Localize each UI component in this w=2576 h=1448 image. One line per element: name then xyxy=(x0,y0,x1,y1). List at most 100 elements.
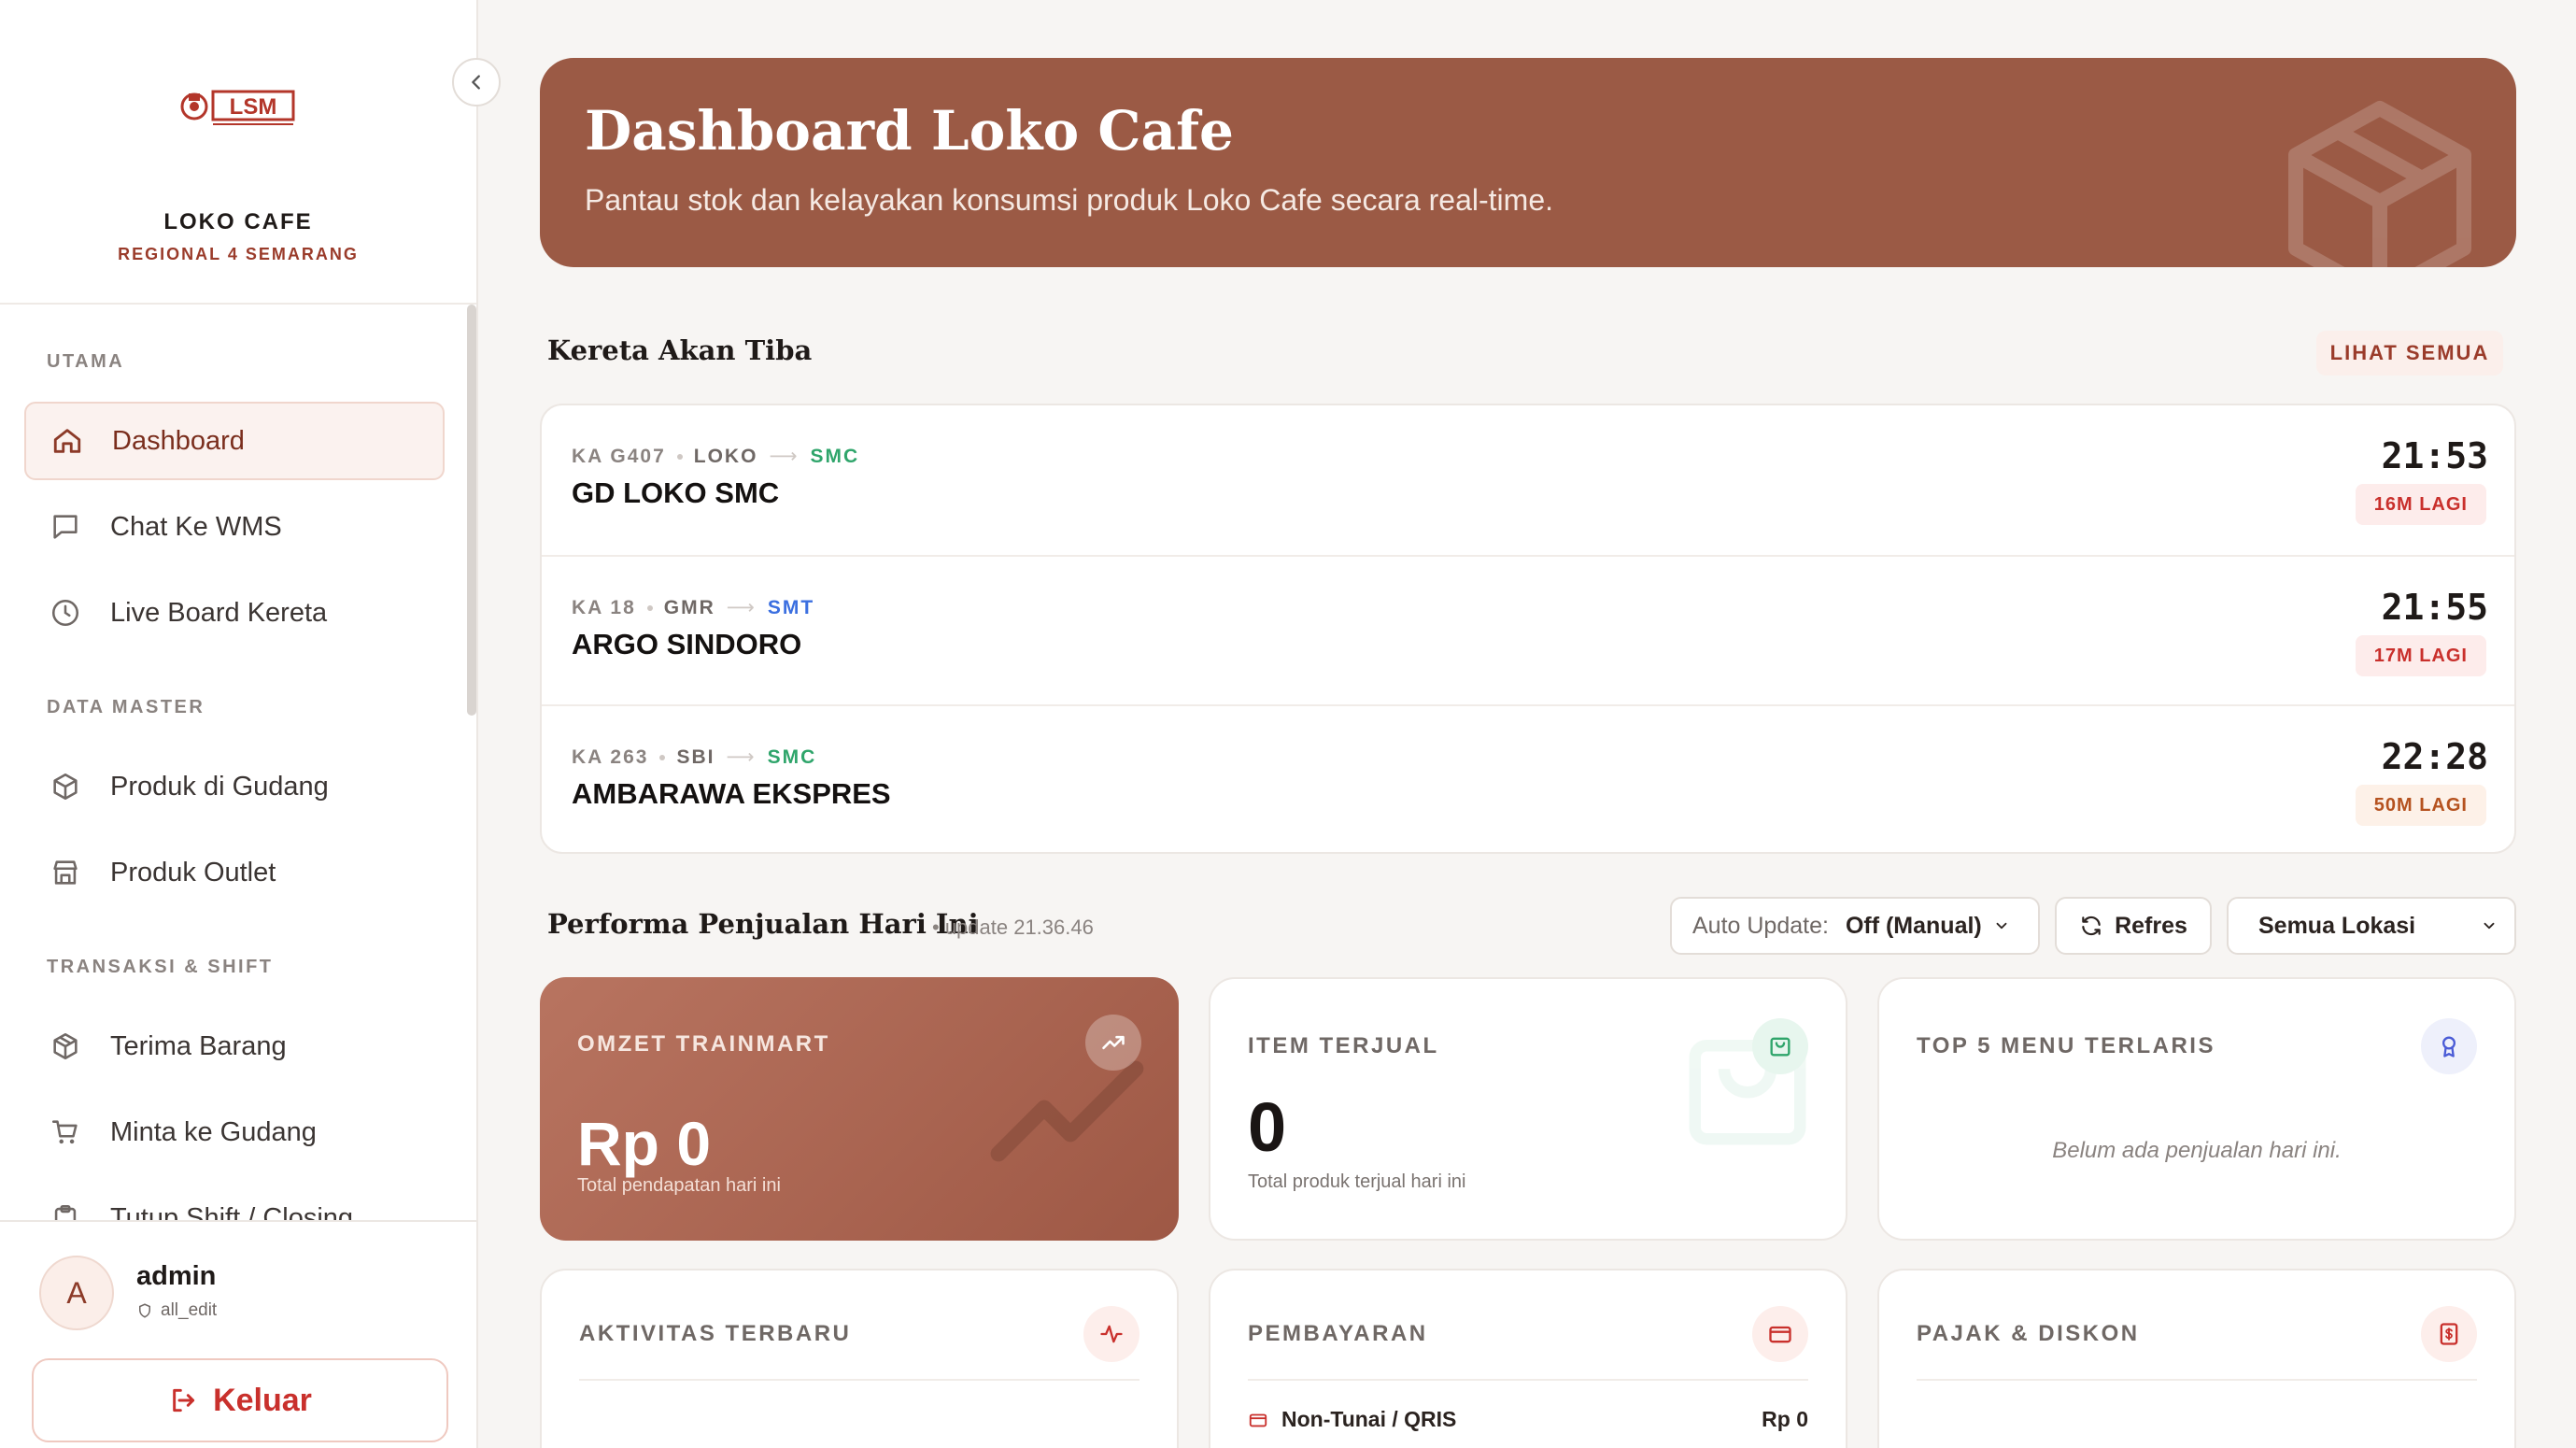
home-icon xyxy=(49,422,86,460)
page-subtitle: Pantau stok dan kelayakan konsumsi produ… xyxy=(585,183,1553,217)
award-icon xyxy=(2421,1018,2477,1074)
receipt-icon xyxy=(2421,1306,2477,1362)
items-sold-card: ITEM TERJUAL 0 Total produk terjual hari… xyxy=(1209,977,1847,1241)
items-sold-note: Total produk terjual hari ini xyxy=(1248,1171,1466,1192)
clock-icon xyxy=(47,594,84,632)
sidebar-item-label: Produk di Gudang xyxy=(110,771,329,802)
divider xyxy=(579,1379,1139,1381)
payment-card: PEMBAYARAN Non-Tunai / QRIS Rp 0 xyxy=(1209,1269,1847,1448)
arrow-right-icon: ⟶ xyxy=(726,746,757,768)
train-destination: SMC xyxy=(810,445,860,467)
arrow-right-icon: ⟶ xyxy=(726,597,757,618)
train-eta-badge: 50M LAGI xyxy=(2355,785,2486,826)
brand-name: LOKO CAFE xyxy=(163,209,313,234)
sidebar-item-terima-barang[interactable]: Terima Barang xyxy=(24,1007,445,1086)
omzet-card: OMZET TRAINMART Rp 0 Total pendapatan ha… xyxy=(540,977,1179,1241)
train-row[interactable]: KA 263 SBI ⟶ SMC AMBARAWA EKSPRES 22:28 … xyxy=(542,704,2514,852)
avatar: A xyxy=(39,1256,114,1330)
train-time: 21:55 xyxy=(2381,587,2488,628)
user-role-label: all_edit xyxy=(161,1300,218,1320)
tax-discount-label: PAJAK & DISKON xyxy=(1917,1321,2140,1346)
train-route: KA G407 LOKO ⟶ SMC xyxy=(572,445,859,468)
auto-update-select[interactable]: Auto Update: Off (Manual) xyxy=(1670,897,2040,955)
shopping-bag-icon xyxy=(1752,1018,1808,1074)
last-update-label: • update 21.36.46 xyxy=(932,916,1094,939)
arrivals-list: KA G407 LOKO ⟶ SMC GD LOKO SMC 21:53 16M… xyxy=(540,404,2516,854)
credit-card-icon xyxy=(1752,1306,1808,1362)
train-origin: GMR xyxy=(663,596,715,618)
auto-update-label: Auto Update: xyxy=(1692,912,1829,939)
logout-icon xyxy=(173,1388,195,1413)
train-route: KA 18 GMR ⟶ SMT xyxy=(572,596,814,619)
top-menu-empty-text: Belum ada penjualan hari ini. xyxy=(2052,1138,2342,1163)
lsm-logo: LSM xyxy=(180,90,295,125)
see-all-button[interactable]: LIHAT SEMUA xyxy=(2316,331,2503,376)
train-destination: SMC xyxy=(767,745,817,768)
train-origin: SBI xyxy=(676,745,715,768)
sidebar-item-produk-gudang[interactable]: Produk di Gudang xyxy=(24,747,445,826)
payment-method: Non-Tunai / QRIS xyxy=(1281,1407,1457,1431)
arrivals-title: Kereta Akan Tiba xyxy=(547,334,813,366)
card-icon xyxy=(1249,1413,1267,1427)
chevron-down-icon xyxy=(2484,922,2495,930)
payment-label: PEMBAYARAN xyxy=(1248,1321,1428,1346)
tax-discount-card: PAJAK & DISKON xyxy=(1877,1269,2516,1448)
train-row[interactable]: KA G407 LOKO ⟶ SMC GD LOKO SMC 21:53 16M… xyxy=(542,405,2514,555)
sidebar-item-minta-gudang[interactable]: Minta ke Gudang xyxy=(24,1093,445,1171)
divider xyxy=(1917,1379,2477,1381)
activity-card: AKTIVITAS TERBARU xyxy=(540,1269,1179,1448)
train-code: KA G407 xyxy=(572,445,666,467)
divider xyxy=(1248,1379,1808,1381)
location-select[interactable]: Semua Lokasi xyxy=(2227,897,2516,955)
omzet-label: OMZET TRAINMART xyxy=(577,1031,830,1057)
train-row[interactable]: KA 18 GMR ⟶ SMT ARGO SINDORO 21:55 17M L… xyxy=(542,555,2514,704)
sidebar-item-dashboard[interactable]: Dashboard xyxy=(24,402,445,480)
sidebar-item-live-board[interactable]: Live Board Kereta xyxy=(24,574,445,652)
trending-up-icon xyxy=(1085,1015,1141,1071)
user-role: all_edit xyxy=(136,1300,217,1321)
section-label-transaksi: TRANSAKSI & SHIFT xyxy=(47,957,274,977)
box-icon xyxy=(2288,101,2471,267)
train-eta-badge: 16M LAGI xyxy=(2355,484,2486,525)
shield-icon xyxy=(139,1303,150,1318)
chevron-left-icon xyxy=(472,75,480,90)
items-sold-value: 0 xyxy=(1248,1088,1287,1166)
brand-subtitle: REGIONAL 4 SEMARANG xyxy=(118,245,359,263)
sidebar-item-produk-outlet[interactable]: Produk Outlet xyxy=(24,833,445,912)
top-menu-card: TOP 5 MENU TERLARIS Belum ada penjualan … xyxy=(1877,977,2516,1241)
train-time: 21:53 xyxy=(2381,435,2488,476)
auto-update-value: Off (Manual) xyxy=(1845,912,1982,939)
sidebar-item-chat-wms[interactable]: Chat Ke WMS xyxy=(24,488,445,566)
sidebar-item-label: Chat Ke WMS xyxy=(110,511,282,542)
train-eta-badge: 17M LAGI xyxy=(2355,635,2486,676)
section-label-utama: UTAMA xyxy=(47,351,125,372)
train-name: GD LOKO SMC xyxy=(572,476,780,509)
train-code: KA 18 xyxy=(572,596,636,618)
train-time: 22:28 xyxy=(2381,736,2488,777)
train-code: KA 263 xyxy=(572,745,649,768)
performance-title: Performa Penjualan Hari Ini xyxy=(547,908,979,940)
sidebar-item-label: Terima Barang xyxy=(110,1030,287,1061)
clipboard-icon xyxy=(47,1200,84,1222)
omzet-value: Rp 0 xyxy=(577,1109,712,1178)
sidebar-item-tutup-shift[interactable]: Tutup Shift / Closing xyxy=(24,1179,445,1222)
refresh-label: Refres xyxy=(2115,912,2187,939)
train-route: KA 263 SBI ⟶ SMC xyxy=(572,745,816,769)
chat-icon xyxy=(47,508,84,546)
collapse-sidebar-button[interactable] xyxy=(452,58,501,106)
sidebar-item-label: Minta ke Gudang xyxy=(110,1116,317,1147)
arrow-right-icon: ⟶ xyxy=(769,446,800,467)
sidebar-item-label: Dashboard xyxy=(112,425,245,456)
user-name: admin xyxy=(136,1261,217,1291)
refresh-button[interactable]: Refres xyxy=(2055,897,2212,955)
svg-text:LSM: LSM xyxy=(230,94,277,120)
activity-label: AKTIVITAS TERBARU xyxy=(579,1321,852,1346)
train-name: ARGO SINDORO xyxy=(572,628,802,660)
items-sold-label: ITEM TERJUAL xyxy=(1248,1033,1439,1058)
chevron-down-icon xyxy=(1996,922,2007,930)
refresh-icon xyxy=(2082,916,2101,936)
train-destination: SMT xyxy=(767,596,815,618)
logout-label: Keluar xyxy=(213,1382,312,1418)
logout-button[interactable]: Keluar xyxy=(32,1358,448,1442)
box-icon xyxy=(47,768,84,805)
